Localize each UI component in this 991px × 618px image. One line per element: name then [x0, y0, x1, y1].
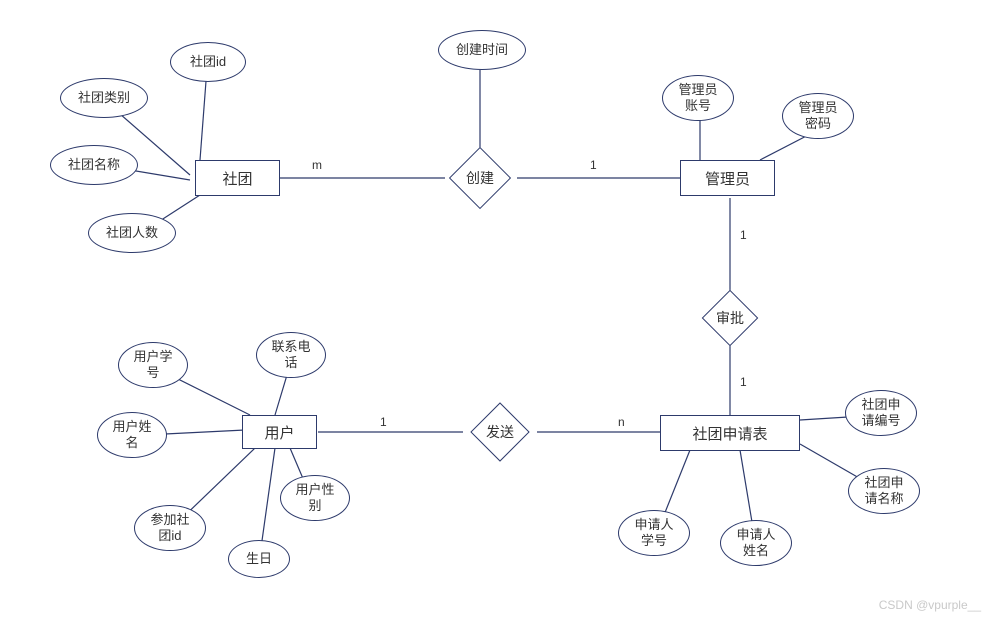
attr-user-gender: 用户性 别	[280, 475, 350, 521]
attr-club-id: 社团id	[170, 42, 246, 82]
attr-user-birthday: 生日	[228, 540, 290, 578]
entity-application-label: 社团申请表	[692, 423, 767, 444]
attr-create-time: 创建时间	[438, 30, 526, 70]
card-approve-bottom: 1	[740, 375, 747, 389]
rel-send-label: 发送	[486, 422, 514, 442]
entity-user-label: 用户	[264, 422, 294, 443]
rel-create: 创建	[445, 148, 515, 208]
rel-create-label: 创建	[466, 168, 494, 188]
card-create-left: m	[312, 158, 322, 172]
watermark: CSDN @vpurple__	[879, 598, 981, 612]
entity-club-label: 社团	[222, 168, 252, 189]
attr-admin-password: 管理员 密码	[782, 93, 854, 139]
card-send-left: 1	[380, 415, 387, 429]
attr-club-name: 社团名称	[50, 145, 138, 185]
rel-approve: 审批	[697, 290, 763, 346]
attr-admin-account: 管理员 账号	[662, 75, 734, 121]
attr-app-id: 社团申 请编号	[845, 390, 917, 436]
card-approve-top: 1	[740, 228, 747, 242]
rel-send: 发送	[463, 403, 537, 461]
entity-admin-label: 管理员	[705, 168, 750, 189]
attr-app-name: 社团申 请名称	[848, 468, 920, 514]
rel-approve-label: 审批	[716, 308, 744, 328]
card-create-right: 1	[590, 158, 597, 172]
card-send-right: n	[618, 415, 625, 429]
attr-user-phone: 联系电 话	[256, 332, 326, 378]
entity-application: 社团申请表	[660, 415, 800, 451]
attr-club-category: 社团类别	[60, 78, 148, 118]
attr-applicant-sid: 申请人 学号	[618, 510, 690, 556]
entity-admin: 管理员	[680, 160, 775, 196]
entity-user: 用户	[242, 415, 317, 449]
attr-applicant-name: 申请人 姓名	[720, 520, 792, 566]
attr-club-members: 社团人数	[88, 213, 176, 253]
entity-club: 社团	[195, 160, 280, 196]
attr-user-joined-club: 参加社 团id	[134, 505, 206, 551]
attr-user-sid: 用户学 号	[118, 342, 188, 388]
attr-user-name: 用户姓 名	[97, 412, 167, 458]
